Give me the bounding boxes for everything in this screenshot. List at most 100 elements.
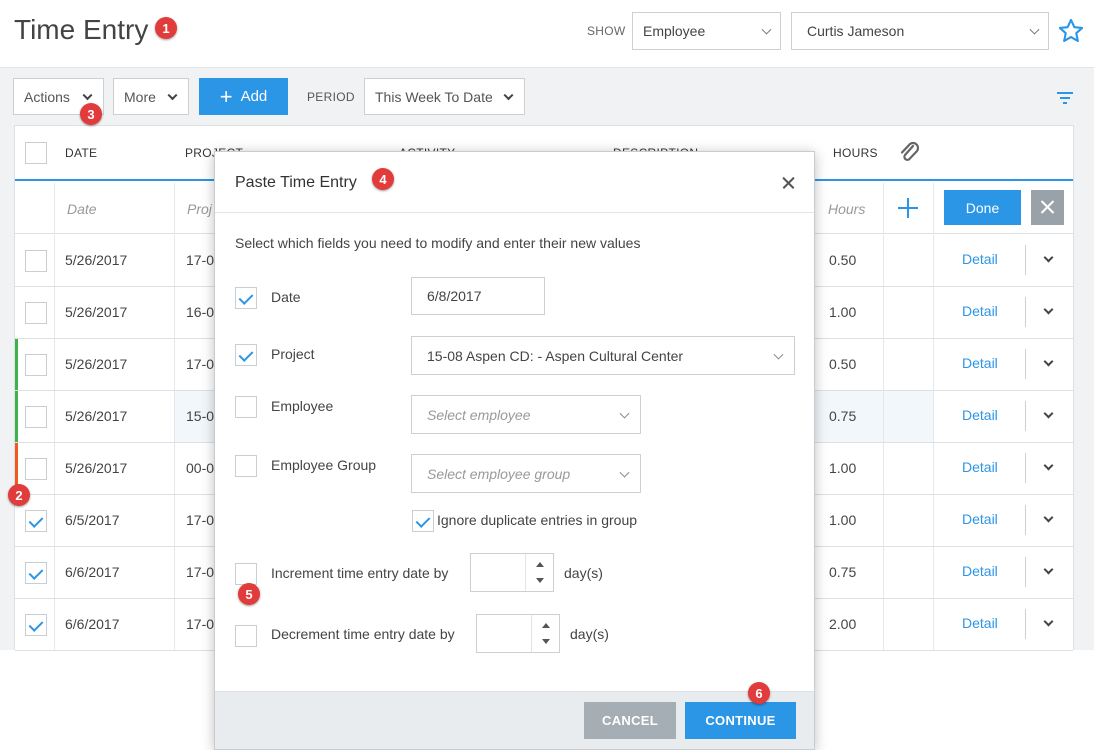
close-icon[interactable]	[781, 175, 797, 191]
chevron-down-icon	[503, 89, 514, 100]
chevron-down-icon[interactable]	[1043, 304, 1054, 315]
cancel-button[interactable]: CANCEL	[584, 702, 676, 739]
filter-icon[interactable]	[1056, 91, 1074, 105]
increment-label: Increment time entry date by	[271, 565, 449, 581]
done-button[interactable]: Done	[944, 190, 1021, 225]
plus-icon: +	[219, 83, 233, 109]
project-checkbox[interactable]	[235, 344, 257, 366]
decrement-unit: day(s)	[570, 626, 609, 642]
continue-button[interactable]: CONTINUE	[685, 702, 796, 739]
row-detail-link[interactable]: Detail	[962, 511, 998, 527]
row-checkbox[interactable]	[25, 302, 47, 324]
row-checkbox[interactable]	[25, 250, 47, 272]
show-select-value: Employee	[643, 23, 706, 39]
chevron-down-icon	[619, 408, 630, 419]
chevron-down-icon[interactable]	[1043, 356, 1054, 367]
date-checkbox[interactable]	[235, 287, 257, 309]
row-detail-link[interactable]: Detail	[962, 407, 998, 423]
date-field-value: 6/8/2017	[427, 288, 482, 304]
more-label: More	[124, 88, 156, 105]
column-header-date[interactable]: DATE	[65, 146, 97, 160]
project-select[interactable]: 15-08 Aspen CD: - Aspen Cultural Center	[411, 336, 795, 375]
ignore-duplicates-checkbox[interactable]	[412, 510, 434, 532]
row-checkbox[interactable]	[25, 510, 47, 532]
row-date: 5/26/2017	[65, 252, 128, 268]
row-detail-link[interactable]: Detail	[962, 355, 998, 371]
row-date: 6/6/2017	[65, 564, 120, 580]
row-project: 17-0	[186, 616, 215, 632]
row-detail-link[interactable]: Detail	[962, 615, 998, 631]
status-stripe	[15, 391, 18, 442]
add-label: Add	[240, 88, 268, 105]
row-checkbox[interactable]	[25, 562, 47, 584]
page-title: Time Entry	[14, 14, 149, 45]
project-select-value: 15-08 Aspen CD: - Aspen Cultural Center	[427, 347, 684, 364]
callout-badge-6: 6	[748, 682, 770, 704]
chevron-down-icon	[761, 24, 772, 35]
decrement-down-icon[interactable]	[542, 639, 550, 644]
row-date: 5/26/2017	[65, 304, 128, 320]
increment-checkbox[interactable]	[235, 563, 257, 585]
decrement-checkbox[interactable]	[235, 625, 257, 647]
row-detail-link[interactable]: Detail	[962, 303, 998, 319]
chevron-down-icon[interactable]	[1043, 408, 1054, 419]
chevron-down-icon[interactable]	[1043, 564, 1054, 575]
decrement-label: Decrement time entry date by	[271, 626, 455, 642]
employee-group-checkbox[interactable]	[235, 455, 257, 477]
row-date: 5/26/2017	[65, 460, 128, 476]
row-project: 00-0	[186, 460, 215, 476]
chevron-down-icon[interactable]	[1043, 512, 1054, 523]
row-date: 5/26/2017	[65, 356, 128, 372]
period-value: This Week To Date	[375, 88, 493, 105]
date-label: Date	[271, 289, 301, 305]
increment-down-icon[interactable]	[536, 578, 544, 583]
chevron-down-icon	[82, 89, 93, 100]
increment-unit: day(s)	[564, 565, 603, 581]
show-select[interactable]: Employee	[632, 12, 781, 50]
more-dropdown[interactable]: More	[113, 78, 189, 115]
row-project: 16-0	[186, 304, 215, 320]
row-date: 6/6/2017	[65, 616, 120, 632]
period-dropdown[interactable]: This Week To Date	[364, 78, 525, 115]
row-checkbox[interactable]	[25, 354, 47, 376]
decrement-up-icon[interactable]	[542, 623, 550, 628]
row-hours: 0.75	[829, 564, 857, 580]
chevron-down-icon	[1029, 24, 1040, 35]
employee-select-placeholder: Select employee	[427, 406, 531, 423]
hours-input[interactable]: Hours	[828, 201, 865, 217]
chevron-down-icon	[619, 467, 630, 478]
star-icon[interactable]	[1057, 17, 1085, 45]
row-detail-link[interactable]: Detail	[962, 251, 998, 267]
increment-up-icon[interactable]	[536, 562, 544, 567]
employee-checkbox[interactable]	[235, 396, 257, 418]
cancel-edit-button[interactable]	[1031, 190, 1064, 225]
increment-days-stepper[interactable]	[470, 553, 554, 592]
row-hours: 0.50	[829, 356, 857, 372]
chevron-down-icon[interactable]	[1043, 616, 1054, 627]
chevron-down-icon[interactable]	[1043, 460, 1054, 471]
row-checkbox[interactable]	[25, 458, 47, 480]
column-header-hours[interactable]: HOURS	[833, 146, 878, 160]
decrement-days-stepper[interactable]	[476, 614, 560, 653]
row-detail-link[interactable]: Detail	[962, 459, 998, 475]
dialog-header: Paste Time Entry	[215, 152, 814, 213]
add-button[interactable]: + Add	[199, 78, 288, 115]
project-input[interactable]: Proj	[187, 201, 212, 217]
select-all-checkbox[interactable]	[25, 142, 47, 164]
chevron-down-icon	[773, 349, 784, 360]
row-detail-link[interactable]: Detail	[962, 563, 998, 579]
employee-group-select[interactable]: Select employee group	[411, 454, 641, 493]
callout-badge-2: 2	[8, 484, 30, 506]
callout-badge-1: 1	[155, 17, 177, 39]
paperclip-icon	[900, 141, 920, 161]
row-checkbox[interactable]	[25, 406, 47, 428]
plus-icon[interactable]	[897, 197, 919, 219]
date-input[interactable]: Date	[67, 201, 97, 217]
employee-select[interactable]: Curtis Jameson	[791, 12, 1049, 50]
date-field[interactable]: 6/8/2017	[411, 277, 545, 315]
row-checkbox[interactable]	[25, 614, 47, 636]
chevron-down-icon	[167, 89, 178, 100]
employee-select[interactable]: Select employee	[411, 395, 641, 434]
dialog-footer: CANCEL CONTINUE	[215, 691, 814, 749]
chevron-down-icon[interactable]	[1043, 252, 1054, 263]
